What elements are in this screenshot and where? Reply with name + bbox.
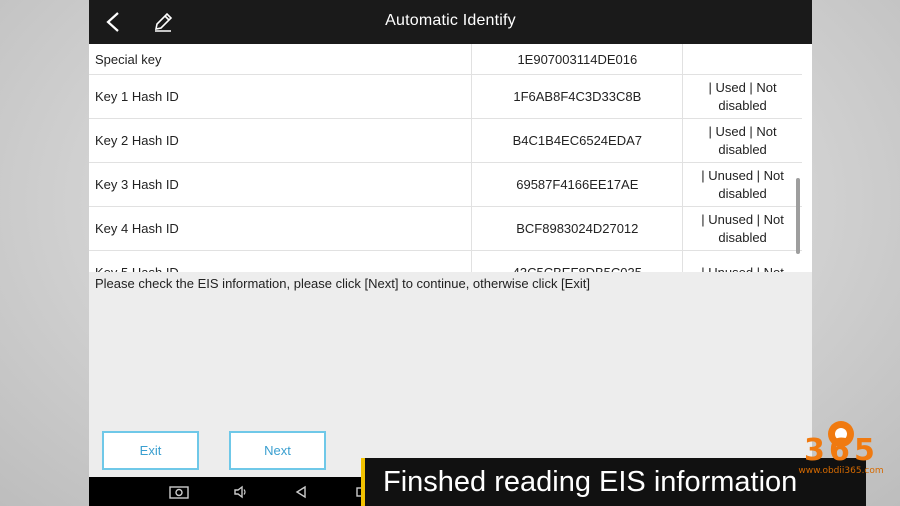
top-bar: Automatic Identify xyxy=(89,0,812,44)
table-row: Key 3 Hash ID 69587F4166EE17AE | Unused … xyxy=(89,162,802,207)
row-value: B4C1B4EC6524EDA7 xyxy=(471,118,684,163)
row-name: Key 4 Hash ID xyxy=(89,206,473,251)
row-name: Special key xyxy=(89,44,473,75)
row-status: | Unused | Not disabled xyxy=(682,162,802,207)
table-row: Key 5 Hash ID 43C5CBEF8DB5C035 | Unused … xyxy=(89,250,802,272)
obdii365-logo: 3 6 5 www.obdii365.com xyxy=(796,414,886,484)
row-value: 69587F4166EE17AE xyxy=(471,162,684,207)
triangle-back-icon[interactable] xyxy=(291,483,311,501)
row-value: BCF8983024D27012 xyxy=(471,206,684,251)
svg-text:3: 3 xyxy=(804,433,825,468)
volume-icon[interactable] xyxy=(231,483,251,501)
row-name: Key 2 Hash ID xyxy=(89,118,473,163)
exit-button[interactable]: Exit xyxy=(102,431,199,470)
page-title: Automatic Identify xyxy=(385,12,516,29)
device-screen: Automatic Identify Special key 1E9070031… xyxy=(89,0,812,506)
table-row: Special key 1E907003114DE016 xyxy=(89,44,802,75)
video-caption: Finshed reading EIS information xyxy=(361,458,866,506)
camera-icon[interactable] xyxy=(169,483,189,501)
row-name: Key 5 Hash ID xyxy=(89,250,473,272)
row-value: 1F6AB8F4C3D33C8B xyxy=(471,74,684,119)
row-status: | Used | Not disabled xyxy=(682,74,802,119)
row-value: 43C5CBEF8DB5C035 xyxy=(471,250,684,272)
row-name: Key 3 Hash ID xyxy=(89,162,473,207)
table-row: Key 2 Hash ID B4C1B4EC6524EDA7 | Used | … xyxy=(89,118,802,163)
table-scrollbar[interactable] xyxy=(796,178,800,254)
row-status: | Unused | Not disabled xyxy=(682,206,802,251)
row-name: Key 1 Hash ID xyxy=(89,74,473,119)
instruction-text: Please check the EIS information, please… xyxy=(95,276,590,291)
row-status xyxy=(682,44,802,75)
svg-text:5: 5 xyxy=(854,433,875,468)
row-value: 1E907003114DE016 xyxy=(471,44,684,75)
table-row: Key 1 Hash ID 1F6AB8F4C3D33C8B | Used | … xyxy=(89,74,802,119)
logo-site: www.obdii365.com xyxy=(798,466,884,476)
row-status: | Used | Not disabled xyxy=(682,118,802,163)
row-status: | Unused | Not xyxy=(682,250,802,272)
table-row: Key 4 Hash ID BCF8983024D27012 | Unused … xyxy=(89,206,802,251)
eis-table[interactable]: Special key 1E907003114DE016 Key 1 Hash … xyxy=(89,44,812,272)
next-button[interactable]: Next xyxy=(229,431,326,470)
svg-text:6: 6 xyxy=(829,433,850,468)
